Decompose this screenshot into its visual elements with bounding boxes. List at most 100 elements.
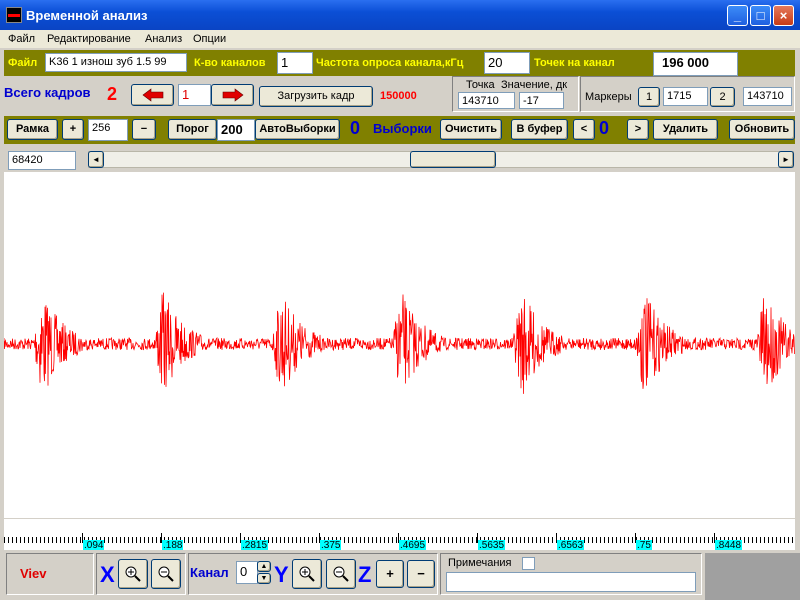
ruler-tick	[236, 537, 237, 543]
z-minus-button[interactable]: −	[407, 560, 435, 588]
menu-analysis[interactable]: Анализ	[145, 33, 182, 45]
next-frame-button[interactable]	[211, 84, 254, 106]
threshold-field[interactable]: 200	[217, 119, 255, 141]
ruler-tick	[596, 537, 597, 543]
ruler-tick	[516, 537, 517, 543]
ruler-tick	[684, 537, 685, 543]
frequency-field[interactable]: 20	[484, 52, 530, 74]
ruler-tick	[152, 537, 153, 543]
ruler-tick	[184, 537, 185, 543]
refresh-button[interactable]: Обновить	[729, 119, 795, 140]
total-frames-label: Всего кадров	[4, 85, 91, 100]
ruler-tick	[464, 537, 465, 543]
scroll-left-button[interactable]: ◄	[88, 151, 104, 168]
marker-2-button[interactable]: 2	[710, 87, 735, 107]
ruler-tick	[628, 537, 629, 543]
threshold-button[interactable]: Порог	[168, 119, 217, 140]
frame-number-field[interactable]: 1	[178, 84, 211, 106]
frame-size-field[interactable]: 256	[88, 119, 128, 141]
load-frame-button[interactable]: Загрузить кадр	[259, 86, 373, 107]
menu-file[interactable]: Файл	[8, 33, 35, 45]
marker-2-field[interactable]: 143710	[743, 87, 792, 106]
ruler-tick	[680, 537, 681, 543]
ruler-tick	[364, 537, 365, 543]
channel-field[interactable]: 0	[236, 561, 258, 584]
waveform-plot[interactable]	[3, 172, 795, 518]
ruler-tick	[24, 537, 25, 543]
prev-frame-button[interactable]	[131, 84, 174, 106]
ruler-tick	[524, 537, 525, 543]
ruler-tick	[616, 537, 617, 543]
ruler-tick	[220, 537, 221, 543]
y-zoom-out-button[interactable]	[326, 559, 356, 589]
auto-samples-button[interactable]: АвтоВыборки	[255, 119, 340, 140]
ruler-tick	[676, 537, 677, 543]
x-zoom-in-button[interactable]	[118, 559, 148, 589]
channel-down-button[interactable]: ▼	[257, 573, 271, 584]
ruler-tick	[436, 537, 437, 543]
ruler-tick	[792, 537, 793, 543]
z-axis-label: Z	[358, 562, 372, 587]
ruler-tick	[4, 537, 5, 543]
ruler-tick	[380, 537, 381, 543]
position-field[interactable]: 68420	[8, 151, 76, 170]
y-zoom-in-button[interactable]	[292, 559, 322, 589]
marker-1-field[interactable]: 1715	[663, 87, 708, 106]
to-buffer-button[interactable]: В буфер	[511, 119, 568, 140]
zoom-in-icon	[125, 566, 141, 582]
ruler-tick	[64, 537, 65, 543]
channels-field[interactable]: 1	[277, 52, 313, 74]
ruler-tick	[132, 537, 133, 543]
ruler-tick	[344, 537, 345, 543]
ruler-tick	[56, 537, 57, 543]
z-plus-button[interactable]: +	[376, 560, 404, 588]
buffer-prev-button[interactable]: <	[573, 119, 595, 140]
point-field[interactable]: 143710	[458, 92, 515, 109]
ruler-tick	[552, 537, 553, 543]
maximize-button[interactable]: □	[750, 5, 771, 26]
ruler-tick	[28, 537, 29, 543]
ruler-tick	[780, 537, 781, 543]
ruler-tick	[308, 537, 309, 543]
ruler-tick	[352, 537, 353, 543]
scroll-thumb[interactable]	[410, 151, 496, 168]
menu-edit[interactable]: Редактирование	[47, 33, 131, 45]
ruler-tick	[268, 537, 269, 543]
minimize-button[interactable]: _	[727, 5, 748, 26]
marker-1-button[interactable]: 1	[638, 87, 660, 107]
frame-plus-button[interactable]: +	[62, 119, 84, 140]
channel-up-button[interactable]: ▲	[257, 561, 271, 572]
ruler-tick	[116, 537, 117, 543]
ruler-tick	[388, 537, 389, 543]
ruler-tick	[584, 537, 585, 543]
total-frames-value: 2	[107, 84, 118, 104]
frame-button[interactable]: Рамка	[7, 119, 58, 140]
notes-checkbox[interactable]	[522, 557, 535, 570]
close-button[interactable]: ×	[773, 5, 794, 26]
ruler-tick	[604, 537, 605, 543]
file-field[interactable]: K36 1 изнош зуб 1.5 99	[45, 53, 187, 72]
x-zoom-out-button[interactable]	[151, 559, 181, 589]
value-field[interactable]: -17	[519, 92, 564, 109]
ruler-tick	[692, 537, 693, 543]
scroll-right-button[interactable]: ►	[778, 151, 794, 168]
ruler-tick	[384, 537, 385, 543]
menu-options[interactable]: Опции	[193, 33, 226, 45]
ruler-tick	[768, 537, 769, 543]
ruler-tick	[468, 537, 469, 543]
ruler-tick	[392, 537, 393, 543]
ruler-tick	[8, 537, 9, 543]
notes-field[interactable]	[446, 572, 696, 592]
delete-button[interactable]: Удалить	[653, 119, 718, 140]
ruler-tick	[512, 537, 513, 543]
time-ruler: .094.188.2815.375.4695.5635.6563.75.8448	[4, 518, 795, 552]
ruler-tick	[360, 537, 361, 543]
ruler-tick	[764, 537, 765, 543]
frame-minus-button[interactable]: −	[132, 119, 156, 140]
points-per-channel-field[interactable]: 196 000	[653, 52, 738, 76]
clear-button[interactable]: Очистить	[440, 119, 502, 140]
ruler-tick	[216, 537, 217, 543]
buffer-next-button[interactable]: >	[627, 119, 649, 140]
ruler-tick	[460, 537, 461, 543]
ruler-tick	[712, 537, 713, 543]
